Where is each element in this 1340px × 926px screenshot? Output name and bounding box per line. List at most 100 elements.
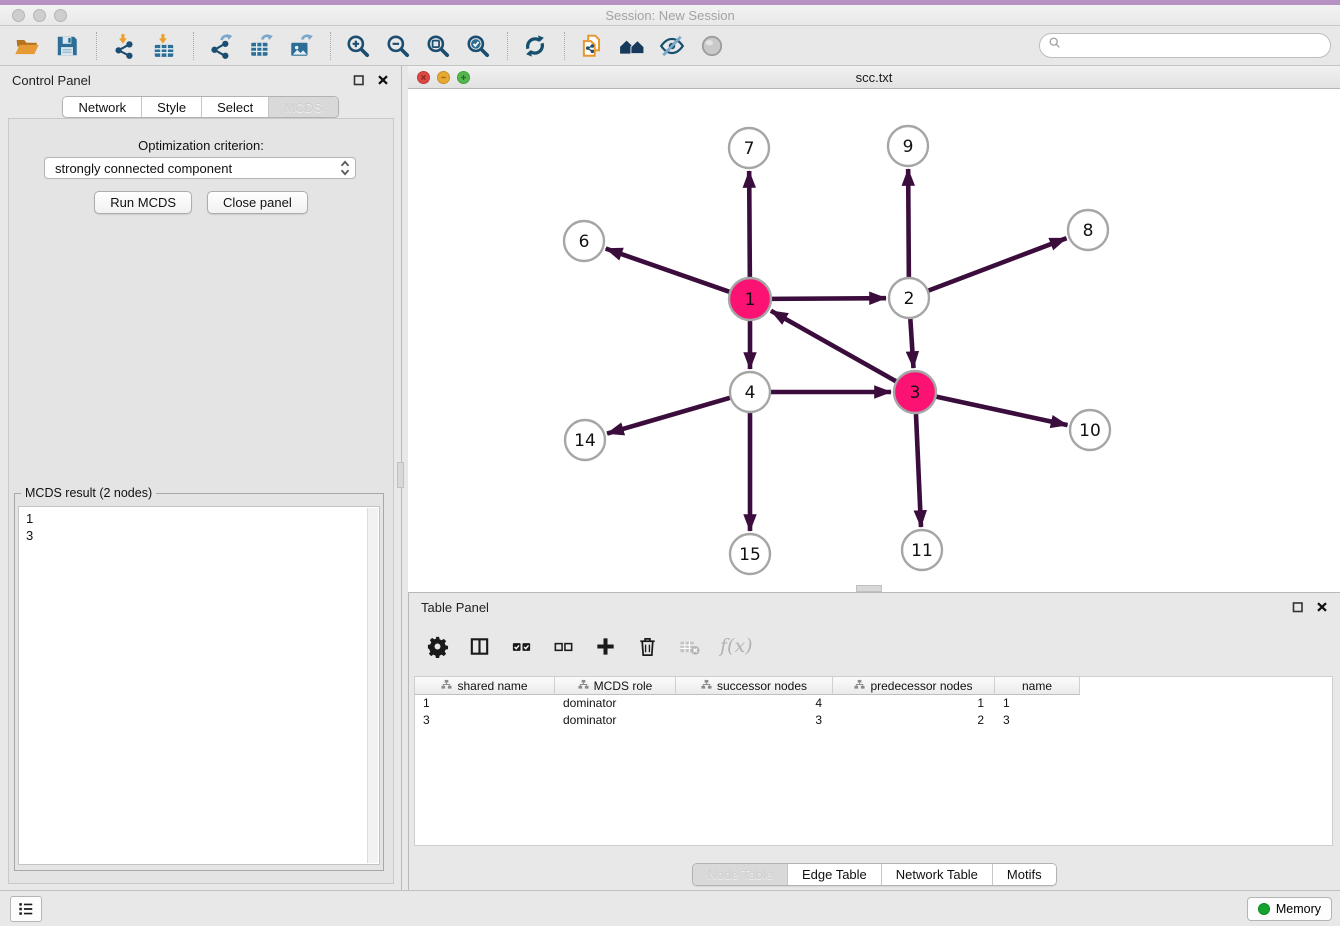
select-all-rows-button[interactable] bbox=[509, 633, 535, 659]
vertical-splitter-handle[interactable] bbox=[397, 462, 404, 488]
import-network-icon bbox=[111, 33, 139, 59]
criterion-select[interactable]: strongly connected component bbox=[44, 157, 356, 179]
delete-column-button[interactable] bbox=[635, 633, 661, 659]
memory-button[interactable]: Memory bbox=[1247, 897, 1332, 921]
predecessor-nodes-column-header[interactable]: predecessor nodes bbox=[833, 677, 995, 695]
add-column-button[interactable] bbox=[593, 633, 619, 659]
cell-predecessor-nodes[interactable]: 1 bbox=[833, 695, 995, 712]
table-tab-edge-table[interactable]: Edge Table bbox=[787, 864, 881, 885]
table-panel-float-button[interactable] bbox=[1291, 599, 1306, 614]
cell-name[interactable]: 3 bbox=[995, 712, 1080, 729]
network-canvas[interactable]: 7 9 6 8 1 2 4 3 14 10 15 11 bbox=[408, 90, 1340, 592]
export-table-button[interactable] bbox=[246, 30, 278, 62]
save-session-button[interactable] bbox=[52, 30, 84, 62]
node-9[interactable]: 9 bbox=[888, 126, 928, 166]
clear-row-selection-button[interactable] bbox=[551, 633, 577, 659]
new-network-from-selection-button[interactable] bbox=[577, 30, 609, 62]
control-panel: Control Panel NetworkStyleSelectMCDS Opt… bbox=[0, 66, 402, 890]
node-11[interactable]: 11 bbox=[902, 530, 942, 570]
list-icon bbox=[13, 899, 39, 919]
export-image-icon bbox=[288, 33, 316, 59]
delete-table-button bbox=[677, 633, 703, 659]
column-tree-icon bbox=[701, 679, 712, 693]
refresh-icon bbox=[522, 33, 550, 59]
node-10[interactable]: 10 bbox=[1070, 410, 1110, 450]
tab-mcds[interactable]: MCDS bbox=[268, 97, 337, 117]
node-14[interactable]: 14 bbox=[565, 420, 605, 460]
edge-1-2[interactable] bbox=[771, 298, 886, 299]
search-input[interactable] bbox=[1067, 37, 1322, 54]
cell-name[interactable]: 1 bbox=[995, 695, 1080, 712]
cell-successor-nodes[interactable]: 4 bbox=[676, 695, 833, 712]
edge-3-11[interactable] bbox=[916, 413, 921, 527]
mcds-result-text[interactable]: 13 bbox=[18, 506, 380, 865]
zoom-fit-icon bbox=[425, 33, 453, 59]
close-panel-button[interactable]: Close panel bbox=[207, 191, 308, 214]
network-view-window: scc.txt 7968124314101511 bbox=[408, 66, 1340, 592]
node-15[interactable]: 15 bbox=[730, 534, 770, 574]
edge-2-8[interactable] bbox=[928, 238, 1067, 291]
control-panel-tabs: NetworkStyleSelectMCDS bbox=[0, 96, 401, 118]
zoom-out-button[interactable] bbox=[383, 30, 415, 62]
cell-predecessor-nodes[interactable]: 2 bbox=[833, 712, 995, 729]
toolbar-separator bbox=[96, 32, 97, 60]
edge-1-6[interactable] bbox=[606, 249, 730, 292]
import-table-button[interactable] bbox=[149, 30, 181, 62]
control-panel-float-button[interactable] bbox=[352, 72, 367, 87]
edge-3-10[interactable] bbox=[936, 396, 1068, 425]
node-6[interactable]: 6 bbox=[564, 221, 604, 261]
node-8[interactable]: 8 bbox=[1068, 210, 1108, 250]
edge-2-3[interactable] bbox=[910, 318, 913, 368]
open-session-button[interactable] bbox=[12, 30, 44, 62]
edge-2-9[interactable] bbox=[908, 169, 909, 278]
cell-mcds-role[interactable]: dominator bbox=[555, 712, 676, 729]
cell-shared-name[interactable]: 1 bbox=[415, 695, 555, 712]
export-network-button[interactable] bbox=[206, 30, 238, 62]
cell-successor-nodes[interactable]: 3 bbox=[676, 712, 833, 729]
tab-network[interactable]: Network bbox=[63, 97, 141, 117]
clone-network-icon bbox=[579, 33, 607, 59]
eye-slash-icon bbox=[659, 33, 687, 59]
result-scrollbar[interactable] bbox=[367, 508, 378, 863]
tab-select[interactable]: Select bbox=[201, 97, 268, 117]
task-history-button[interactable] bbox=[10, 896, 42, 922]
node-1[interactable]: 1 bbox=[729, 278, 771, 320]
table-tab-motifs[interactable]: Motifs bbox=[992, 864, 1056, 885]
table-tab-node-table[interactable]: Node Table bbox=[693, 864, 787, 885]
node-3[interactable]: 3 bbox=[894, 371, 936, 413]
table-panel-title: Table Panel bbox=[421, 600, 489, 615]
show-columns-button[interactable] bbox=[467, 633, 493, 659]
zoom-fit-button[interactable] bbox=[423, 30, 455, 62]
name-column-header[interactable]: name bbox=[995, 677, 1080, 695]
mcds-role-column-header[interactable]: MCDS role bbox=[555, 677, 676, 695]
network-canvas-svg[interactable]: 7 9 6 8 1 2 4 3 14 10 15 11 bbox=[408, 90, 1340, 592]
table-tab-network-table[interactable]: Network Table bbox=[881, 864, 992, 885]
home-pair-icon bbox=[619, 33, 647, 59]
table-row[interactable]: 3dominator323 bbox=[415, 712, 1332, 729]
cell-shared-name[interactable]: 3 bbox=[415, 712, 555, 729]
edge-1-7[interactable] bbox=[749, 171, 750, 278]
zoom-selected-button[interactable] bbox=[463, 30, 495, 62]
node-2[interactable]: 2 bbox=[889, 278, 929, 318]
table-panel-close-button[interactable] bbox=[1315, 599, 1330, 614]
zoom-in-button[interactable] bbox=[343, 30, 375, 62]
run-mcds-button[interactable]: Run MCDS bbox=[94, 191, 192, 214]
shared-name-column-header[interactable]: shared name bbox=[415, 677, 555, 695]
hide-selected-button[interactable] bbox=[657, 30, 689, 62]
table-row[interactable]: 1dominator411 bbox=[415, 695, 1332, 712]
edge-4-14[interactable] bbox=[607, 398, 731, 434]
export-image-button[interactable] bbox=[286, 30, 318, 62]
search-box[interactable] bbox=[1039, 33, 1331, 58]
first-neighbors-button[interactable] bbox=[617, 30, 649, 62]
tab-style[interactable]: Style bbox=[141, 97, 201, 117]
control-panel-close-button[interactable] bbox=[376, 72, 391, 87]
node-4[interactable]: 4 bbox=[730, 372, 770, 412]
apply-layout-button[interactable] bbox=[520, 30, 552, 62]
node-7[interactable]: 7 bbox=[729, 128, 769, 168]
horizontal-splitter-handle[interactable] bbox=[856, 585, 882, 592]
successor-nodes-column-header[interactable]: successor nodes bbox=[676, 677, 833, 695]
table-settings-button[interactable] bbox=[425, 633, 451, 659]
cell-mcds-role[interactable]: dominator bbox=[555, 695, 676, 712]
import-network-button[interactable] bbox=[109, 30, 141, 62]
edge-3-1[interactable] bbox=[771, 311, 897, 382]
